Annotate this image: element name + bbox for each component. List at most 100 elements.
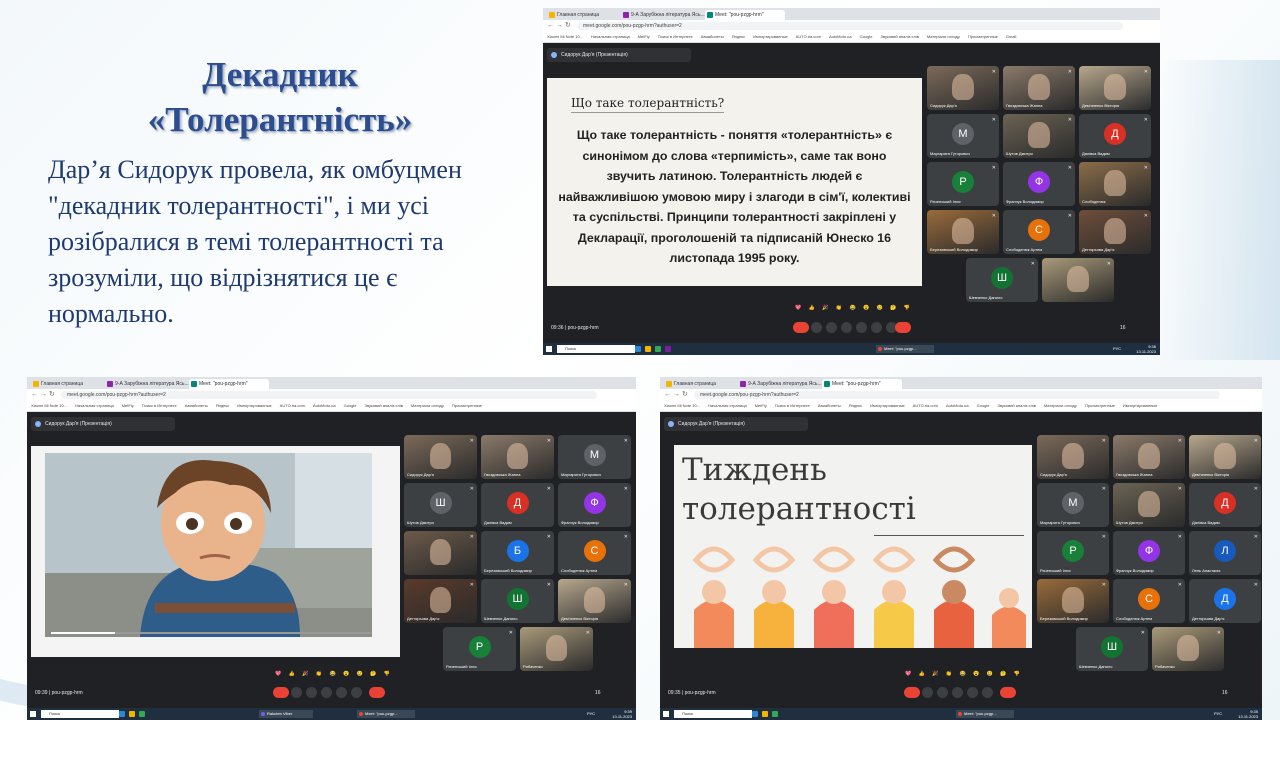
browser-tab[interactable]: Главная страница [547, 10, 627, 20]
browser-tab[interactable]: 9-А Зарубіжна література Ясь... [621, 10, 711, 20]
taskbar-app-icon[interactable] [129, 711, 135, 717]
mic-off-button[interactable] [904, 687, 920, 698]
captions-button[interactable] [306, 687, 317, 698]
forward-icon[interactable]: → [556, 22, 563, 30]
bookmark-item[interactable]: Звуковий аналіз слів [998, 403, 1036, 408]
bookmark-item[interactable]: Начальная страница [591, 34, 630, 39]
bookmark-item[interactable]: Матеріали огляду [927, 34, 960, 39]
participant-tile[interactable]: С ✕ Слободенюк Артем [1003, 210, 1075, 254]
camera-button[interactable] [811, 322, 822, 333]
participant-tile[interactable]: Ш ✕ Шевченко Данило [1076, 627, 1148, 671]
taskbar-chrome-app[interactable]: Meet: "pou-pzgp... [956, 710, 1014, 718]
url-field[interactable]: meet.google.com/pou-pzgp-hrm?authuser=2 [577, 22, 1123, 30]
bookmark-item[interactable]: MetFly [755, 403, 767, 408]
taskbar-app-icon[interactable] [665, 346, 671, 352]
participant-tile[interactable]: ✕ Дем'яненко Вікторія [558, 579, 631, 623]
taskbar-app-icon[interactable] [752, 711, 758, 717]
reactions-bar[interactable]: 💖 👍 🎉 👏 😂 😮 😢 🤔 👎 [905, 671, 1023, 677]
bookmark-item[interactable]: AUTO.ria.com [796, 34, 821, 39]
reactions-bar[interactable]: 💖 👍 🎉 👏 😂 😮 😢 🤔 👎 [275, 671, 393, 677]
participant-tile[interactable]: Ш ✕ Шутов Дмитро [404, 483, 477, 527]
participant-tile[interactable]: Ф ✕ Франчук Володимир [1113, 531, 1185, 575]
browser-tab-active[interactable]: Meet: "pou-pzgp-hrm" [822, 379, 902, 389]
raise-hand-button[interactable] [871, 322, 882, 333]
participant-tile[interactable]: Л ✕ Лень Анастасія [1189, 531, 1261, 575]
bookmark-item[interactable]: Матеріали огляду [1044, 403, 1077, 408]
bookmark-item[interactable]: AutoMoto.ua [829, 34, 852, 39]
taskbar-chrome-app[interactable]: Meet: "pou-pzgp... [876, 345, 934, 353]
leave-call-button[interactable] [1000, 687, 1016, 698]
browser-tab[interactable]: 9-А Зарубіжна література Ясь... [738, 379, 828, 389]
taskbar-search[interactable]: Поиск [41, 710, 119, 718]
bookmark-item[interactable]: Яндекс [216, 403, 229, 408]
taskbar-search[interactable]: Поиск [674, 710, 752, 718]
bookmark-item[interactable]: Поиск в Интернете [142, 403, 177, 408]
participant-tile[interactable]: ✕ Дегтярьова Дар'я [404, 579, 477, 623]
url-field[interactable]: meet.google.com/pou-pzgp-hrm?authuser=2 [61, 391, 597, 399]
taskbar-lang[interactable]: РУС [1214, 711, 1222, 717]
participant-tile[interactable]: М ✕ Маргарита Гуторович [1037, 483, 1109, 527]
participant-tile[interactable]: М ✕ Маргарита Гуторович [558, 435, 631, 479]
windows-start-icon[interactable] [30, 711, 36, 717]
captions-button[interactable] [826, 322, 837, 333]
participant-tile[interactable]: Д ✕ Далівка Вадим [481, 483, 554, 527]
reload-icon[interactable]: ↻ [682, 391, 688, 399]
participant-tile[interactable]: Ш ✕ Шевченко Данило [966, 258, 1038, 302]
participant-tile[interactable]: Ш ✕ Шевченко Данило [481, 579, 554, 623]
bookmark-item[interactable]: Импортированные [870, 403, 905, 408]
taskbar-lang[interactable]: РУС [1113, 346, 1121, 352]
participant-tile[interactable]: ✕ [404, 531, 477, 575]
reload-icon[interactable]: ↻ [565, 22, 571, 30]
reactions-button[interactable] [321, 687, 332, 698]
taskbar-viber-app[interactable]: Rakuten Viber [259, 710, 313, 718]
participant-tile[interactable]: ✕ Шутов Дмитро [1113, 483, 1185, 527]
camera-button[interactable] [922, 687, 933, 698]
participant-tile[interactable]: ✕ [1042, 258, 1114, 302]
bookmark-item[interactable]: Импортированные [753, 34, 788, 39]
participant-tile[interactable]: ✕ Рибаченко [520, 627, 593, 671]
taskbar-lang[interactable]: РУС [587, 711, 595, 717]
captions-button[interactable] [937, 687, 948, 698]
bookmark-item[interactable]: Звуковий аналіз слів [365, 403, 403, 408]
participant-tile[interactable]: ✕ Гвоздовська Жанна [1003, 66, 1075, 110]
participant-tile[interactable]: Р ✕ Раченський Ілля [1037, 531, 1109, 575]
people-count[interactable]: 16 [595, 688, 601, 698]
participant-tile[interactable]: ✕ Сидорук Дар'я [1037, 435, 1109, 479]
windows-start-icon[interactable] [663, 711, 669, 717]
people-count[interactable]: 16 [1120, 323, 1126, 333]
participant-tile[interactable]: ✕ Шутов Дмитро [1003, 114, 1075, 158]
taskbar-search[interactable]: Поиск [557, 345, 635, 353]
mic-off-button[interactable] [273, 687, 289, 698]
leave-call-button[interactable] [895, 322, 911, 333]
bookmark-item[interactable]: Просмотренные [452, 403, 482, 408]
participant-tile[interactable]: Р ✕ Раченський Ілля [443, 627, 516, 671]
taskbar-app-icon[interactable] [772, 711, 778, 717]
bookmark-item[interactable]: Просмотренные [968, 34, 998, 39]
bookmark-item[interactable]: MetFly [638, 34, 650, 39]
participant-tile[interactable]: ✕ Дем'яненко Вікторія [1079, 66, 1151, 110]
participant-tile[interactable]: Ф ✕ Франчук Володимир [558, 483, 631, 527]
taskbar-app-icon[interactable] [139, 711, 145, 717]
bookmark-item[interactable]: Яндекс [732, 34, 745, 39]
bookmark-item[interactable]: Авиабилеты [185, 403, 208, 408]
participant-tile[interactable]: Д ✕ Далівка Вадим [1189, 483, 1261, 527]
bookmark-item[interactable]: AUTO.ria.com [913, 403, 938, 408]
browser-tab-active[interactable]: Meet: "pou-pzgp-hrm" [189, 379, 269, 389]
participant-tile[interactable]: ✕ Сидорук Дар'я [404, 435, 477, 479]
forward-icon[interactable]: → [673, 391, 680, 399]
bookmark-item[interactable]: AutoMoto.ua [313, 403, 336, 408]
bookmark-item[interactable]: Google [860, 34, 873, 39]
participant-tile[interactable]: ✕ Гвоздовська Жанна [481, 435, 554, 479]
participant-tile[interactable]: М ✕ Маргарита Гуторович [927, 114, 999, 158]
participant-tile[interactable]: ✕ Дем'яненко Вікторія [1189, 435, 1261, 479]
reactions-button[interactable] [952, 687, 963, 698]
taskbar-app-icon[interactable] [635, 346, 641, 352]
forward-icon[interactable]: → [40, 391, 47, 399]
bookmark-item[interactable]: Яндекс [849, 403, 862, 408]
back-icon[interactable]: ← [31, 391, 38, 399]
video-progress-bar[interactable] [51, 632, 371, 634]
browser-tab-active[interactable]: Meet: "pou-pzgp-hrm" [705, 10, 785, 20]
bookmark-item[interactable]: Xiaomi Mi Note 10... [664, 403, 700, 408]
participant-tile[interactable]: Д ✕ Далівка Вадим [1079, 114, 1151, 158]
participant-tile[interactable]: Р ✕ Раченський Ілля [927, 162, 999, 206]
